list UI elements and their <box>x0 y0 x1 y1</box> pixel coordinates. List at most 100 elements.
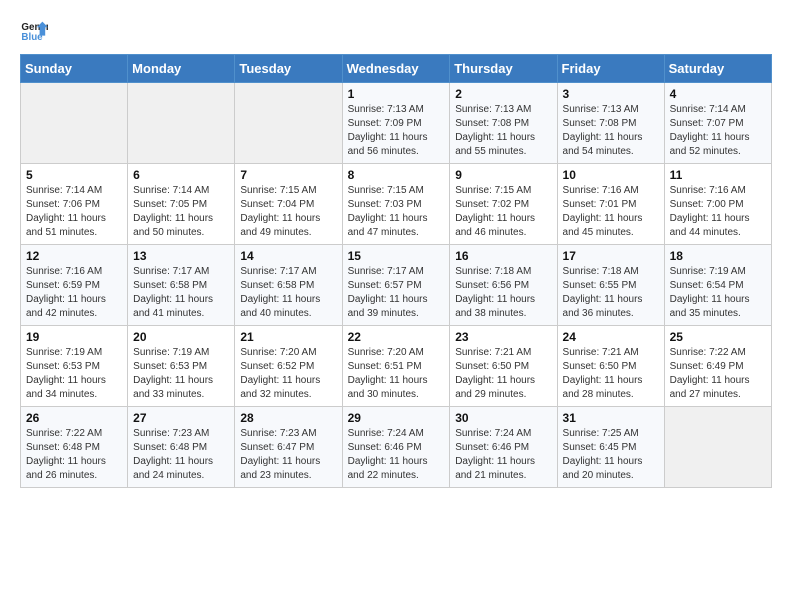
day-number: 5 <box>26 168 122 182</box>
day-number: 16 <box>455 249 551 263</box>
calendar-cell: 22 Sunrise: 7:20 AM Sunset: 6:51 PM Dayli… <box>342 326 450 407</box>
day-number: 12 <box>26 249 122 263</box>
day-info: Sunrise: 7:15 AM Sunset: 7:02 PM Dayligh… <box>455 184 551 240</box>
day-number: 27 <box>133 411 229 425</box>
calendar-cell <box>664 407 771 488</box>
day-info: Sunrise: 7:13 AM Sunset: 7:09 PM Dayligh… <box>348 103 445 159</box>
day-number: 20 <box>133 330 229 344</box>
calendar-week-row: 5 Sunrise: 7:14 AM Sunset: 7:06 PM Daylig… <box>21 164 772 245</box>
day-number: 19 <box>26 330 122 344</box>
calendar-cell: 29 Sunrise: 7:24 AM Sunset: 6:46 PM Dayli… <box>342 407 450 488</box>
calendar-cell: 15Sunrise: 7:17 AM Sunset: 6:57 PM Dayli… <box>342 245 450 326</box>
calendar-cell: 14 Sunrise: 7:17 AM Sunset: 6:58 PM Dayli… <box>235 245 342 326</box>
calendar-cell: 19 Sunrise: 7:19 AM Sunset: 6:53 PM Dayli… <box>21 326 128 407</box>
day-number: 10 <box>563 168 659 182</box>
day-number: 24 <box>563 330 659 344</box>
calendar-cell: 20 Sunrise: 7:19 AM Sunset: 6:53 PM Dayli… <box>128 326 235 407</box>
col-header-friday: Friday <box>557 55 664 83</box>
calendar-cell: 28 Sunrise: 7:23 AM Sunset: 6:47 PM Dayli… <box>235 407 342 488</box>
day-number: 31 <box>563 411 659 425</box>
day-info: Sunrise: 7:24 AM Sunset: 6:46 PM Dayligh… <box>348 427 445 483</box>
day-number: 25 <box>670 330 766 344</box>
calendar-cell: 26 Sunrise: 7:22 AM Sunset: 6:48 PM Dayli… <box>21 407 128 488</box>
day-info: Sunrise: 7:19 AM Sunset: 6:53 PM Dayligh… <box>26 346 122 402</box>
calendar-cell: 17 Sunrise: 7:18 AM Sunset: 6:55 PM Dayli… <box>557 245 664 326</box>
day-number: 23 <box>455 330 551 344</box>
day-info: Sunrise: 7:19 AM Sunset: 6:54 PM Dayligh… <box>670 265 766 321</box>
calendar-week-row: 1Sunrise: 7:13 AM Sunset: 7:09 PM Daylig… <box>21 83 772 164</box>
day-info: Sunrise: 7:22 AM Sunset: 6:49 PM Dayligh… <box>670 346 766 402</box>
calendar-cell: 4 Sunrise: 7:14 AM Sunset: 7:07 PM Daylig… <box>664 83 771 164</box>
logo: General Blue <box>20 16 52 44</box>
calendar-cell: 12 Sunrise: 7:16 AM Sunset: 6:59 PM Dayli… <box>21 245 128 326</box>
day-number: 2 <box>455 87 551 101</box>
day-info: Sunrise: 7:14 AM Sunset: 7:05 PM Dayligh… <box>133 184 229 240</box>
day-info: Sunrise: 7:18 AM Sunset: 6:55 PM Dayligh… <box>563 265 659 321</box>
day-number: 4 <box>670 87 766 101</box>
day-info: Sunrise: 7:18 AM Sunset: 6:56 PM Dayligh… <box>455 265 551 321</box>
calendar-cell: 2 Sunrise: 7:13 AM Sunset: 7:08 PM Daylig… <box>450 83 557 164</box>
calendar-cell: 13 Sunrise: 7:17 AM Sunset: 6:58 PM Dayli… <box>128 245 235 326</box>
col-header-thursday: Thursday <box>450 55 557 83</box>
day-number: 11 <box>670 168 766 182</box>
day-info: Sunrise: 7:17 AM Sunset: 6:57 PM Dayligh… <box>348 265 445 321</box>
col-header-tuesday: Tuesday <box>235 55 342 83</box>
day-info: Sunrise: 7:19 AM Sunset: 6:53 PM Dayligh… <box>133 346 229 402</box>
day-number: 26 <box>26 411 122 425</box>
day-info: Sunrise: 7:21 AM Sunset: 6:50 PM Dayligh… <box>563 346 659 402</box>
calendar-week-row: 19 Sunrise: 7:19 AM Sunset: 6:53 PM Dayli… <box>21 326 772 407</box>
calendar-cell: 3Sunrise: 7:13 AM Sunset: 7:08 PM Daylig… <box>557 83 664 164</box>
day-info: Sunrise: 7:15 AM Sunset: 7:03 PM Dayligh… <box>348 184 445 240</box>
day-number: 18 <box>670 249 766 263</box>
day-info: Sunrise: 7:24 AM Sunset: 6:46 PM Dayligh… <box>455 427 551 483</box>
calendar-header-row: SundayMondayTuesdayWednesdayThursdayFrid… <box>21 55 772 83</box>
day-info: Sunrise: 7:17 AM Sunset: 6:58 PM Dayligh… <box>133 265 229 321</box>
day-info: Sunrise: 7:16 AM Sunset: 7:01 PM Dayligh… <box>563 184 659 240</box>
calendar-cell: 27Sunrise: 7:23 AM Sunset: 6:48 PM Dayli… <box>128 407 235 488</box>
calendar-cell: 10 Sunrise: 7:16 AM Sunset: 7:01 PM Dayli… <box>557 164 664 245</box>
day-info: Sunrise: 7:22 AM Sunset: 6:48 PM Dayligh… <box>26 427 122 483</box>
calendar-cell: 6 Sunrise: 7:14 AM Sunset: 7:05 PM Daylig… <box>128 164 235 245</box>
day-info: Sunrise: 7:13 AM Sunset: 7:08 PM Dayligh… <box>563 103 659 159</box>
calendar-cell: 1Sunrise: 7:13 AM Sunset: 7:09 PM Daylig… <box>342 83 450 164</box>
day-number: 7 <box>240 168 336 182</box>
day-info: Sunrise: 7:16 AM Sunset: 7:00 PM Dayligh… <box>670 184 766 240</box>
day-info: Sunrise: 7:14 AM Sunset: 7:07 PM Dayligh… <box>670 103 766 159</box>
day-number: 29 <box>348 411 445 425</box>
calendar-cell: 9Sunrise: 7:15 AM Sunset: 7:02 PM Daylig… <box>450 164 557 245</box>
calendar-cell: 23Sunrise: 7:21 AM Sunset: 6:50 PM Dayli… <box>450 326 557 407</box>
col-header-wednesday: Wednesday <box>342 55 450 83</box>
calendar-cell <box>21 83 128 164</box>
calendar-cell: 31 Sunrise: 7:25 AM Sunset: 6:45 PM Dayli… <box>557 407 664 488</box>
day-info: Sunrise: 7:20 AM Sunset: 6:52 PM Dayligh… <box>240 346 336 402</box>
day-info: Sunrise: 7:14 AM Sunset: 7:06 PM Dayligh… <box>26 184 122 240</box>
calendar-cell: 7 Sunrise: 7:15 AM Sunset: 7:04 PM Daylig… <box>235 164 342 245</box>
calendar-cell: 21 Sunrise: 7:20 AM Sunset: 6:52 PM Dayli… <box>235 326 342 407</box>
day-info: Sunrise: 7:13 AM Sunset: 7:08 PM Dayligh… <box>455 103 551 159</box>
day-number: 17 <box>563 249 659 263</box>
calendar-cell: 18 Sunrise: 7:19 AM Sunset: 6:54 PM Dayli… <box>664 245 771 326</box>
calendar-cell: 5 Sunrise: 7:14 AM Sunset: 7:06 PM Daylig… <box>21 164 128 245</box>
day-info: Sunrise: 7:16 AM Sunset: 6:59 PM Dayligh… <box>26 265 122 321</box>
day-number: 30 <box>455 411 551 425</box>
day-number: 14 <box>240 249 336 263</box>
col-header-saturday: Saturday <box>664 55 771 83</box>
day-info: Sunrise: 7:23 AM Sunset: 6:47 PM Dayligh… <box>240 427 336 483</box>
calendar-cell <box>235 83 342 164</box>
day-number: 28 <box>240 411 336 425</box>
col-header-sunday: Sunday <box>21 55 128 83</box>
calendar-cell: 16 Sunrise: 7:18 AM Sunset: 6:56 PM Dayli… <box>450 245 557 326</box>
day-number: 13 <box>133 249 229 263</box>
day-number: 22 <box>348 330 445 344</box>
day-info: Sunrise: 7:17 AM Sunset: 6:58 PM Dayligh… <box>240 265 336 321</box>
day-info: Sunrise: 7:20 AM Sunset: 6:51 PM Dayligh… <box>348 346 445 402</box>
col-header-monday: Monday <box>128 55 235 83</box>
day-info: Sunrise: 7:15 AM Sunset: 7:04 PM Dayligh… <box>240 184 336 240</box>
calendar-cell <box>128 83 235 164</box>
day-number: 21 <box>240 330 336 344</box>
day-info: Sunrise: 7:25 AM Sunset: 6:45 PM Dayligh… <box>563 427 659 483</box>
calendar-cell: 30 Sunrise: 7:24 AM Sunset: 6:46 PM Dayli… <box>450 407 557 488</box>
day-number: 6 <box>133 168 229 182</box>
page-header: General Blue <box>20 16 772 44</box>
calendar-cell: 11 Sunrise: 7:16 AM Sunset: 7:00 PM Dayli… <box>664 164 771 245</box>
